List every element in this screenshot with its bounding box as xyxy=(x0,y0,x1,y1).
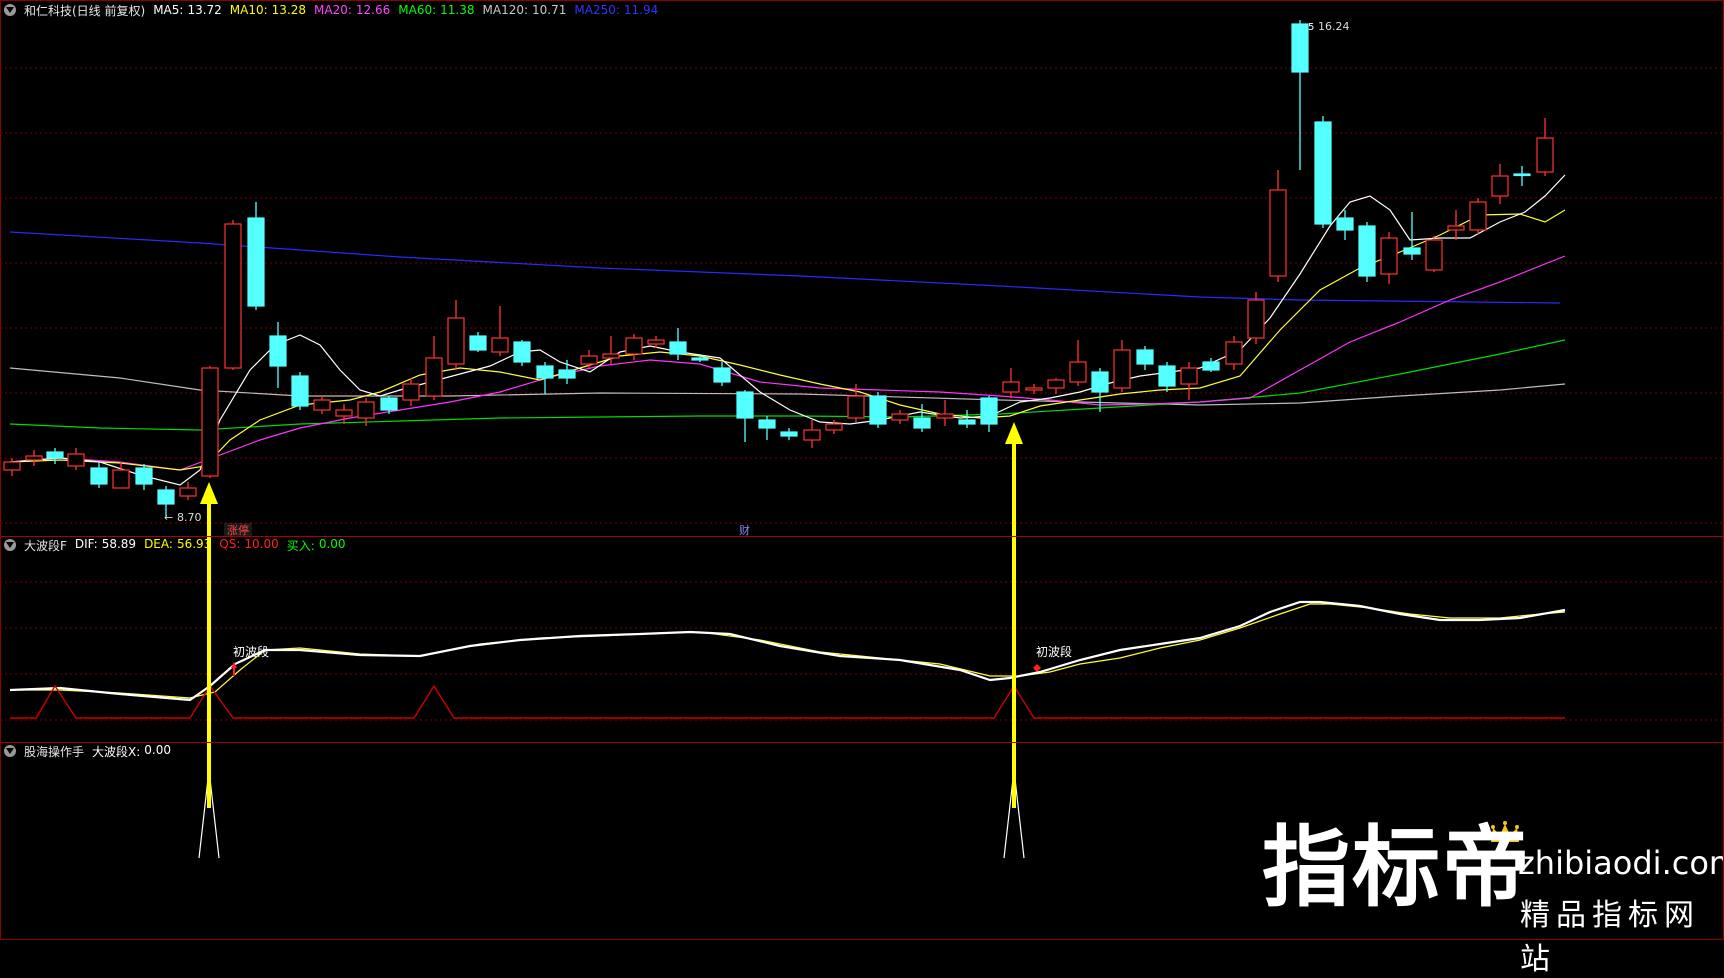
stock-chart-window: 和仁科技(日线 前复权) MA5: 13.72 MA10: 13.28 MA20: 12.… xyxy=(0,0,1724,977)
window-frame xyxy=(0,0,1724,940)
